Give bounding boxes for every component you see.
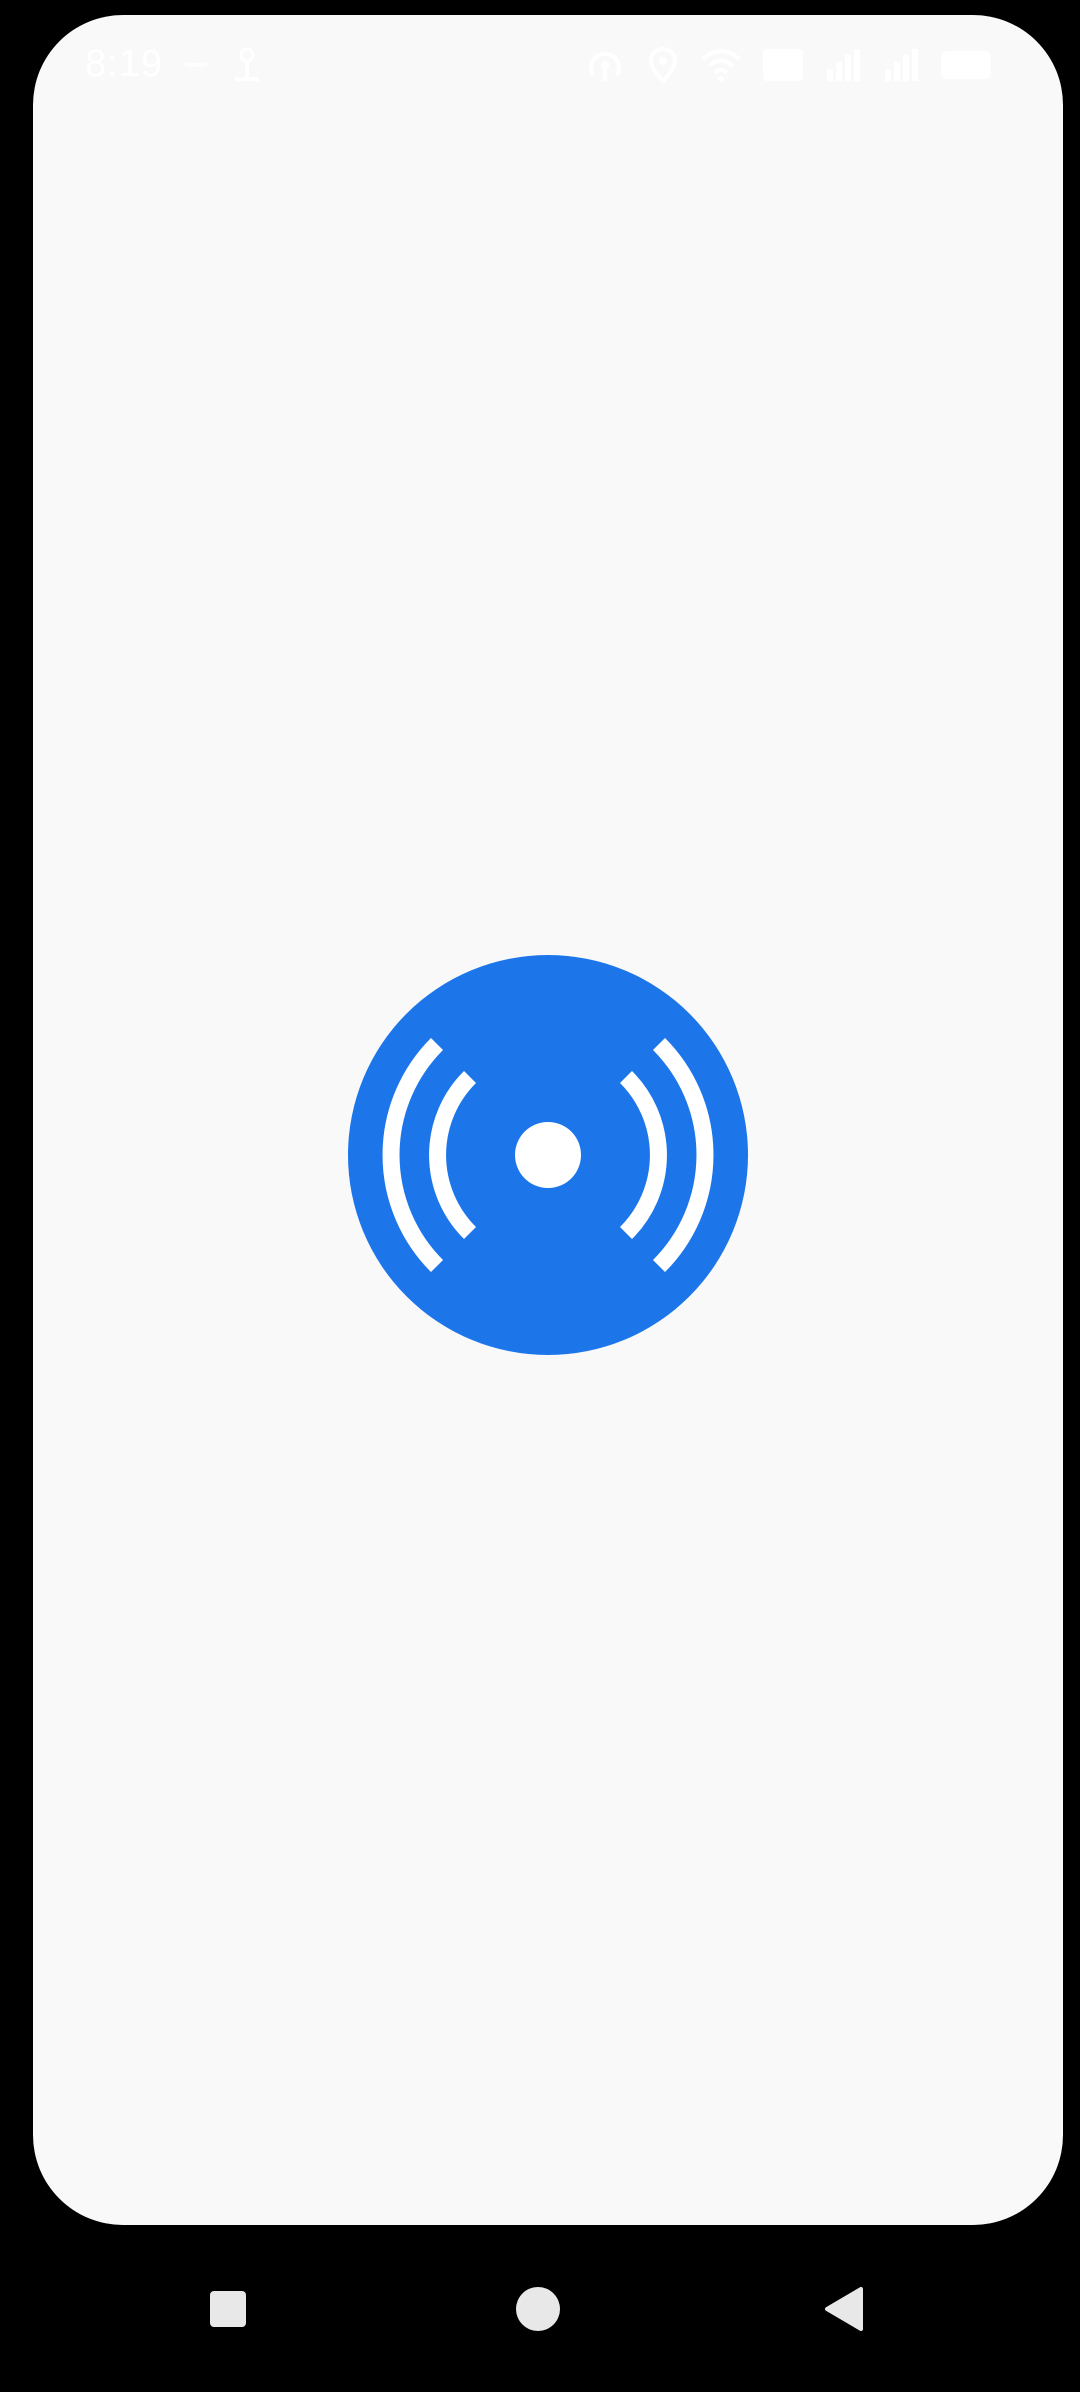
broadcast-signal-icon (348, 955, 748, 1355)
hotspot-icon (583, 45, 627, 85)
wifi-icon (699, 45, 743, 85)
status-left-icons (183, 45, 267, 85)
home-button[interactable] (478, 2225, 598, 2392)
recent-apps-button[interactable] (168, 2225, 288, 2392)
back-triangle-icon (825, 2286, 863, 2331)
signal-icon-2 (881, 45, 921, 85)
status-bar: 8:19 (33, 15, 1063, 110)
square-icon (210, 2290, 246, 2327)
back-button[interactable] (786, 2225, 906, 2392)
status-right-icons (583, 45, 995, 85)
circle-icon (516, 2286, 560, 2331)
battery-icon (939, 45, 995, 85)
location-icon (645, 45, 681, 85)
signal-icon (823, 45, 863, 85)
key-icon (227, 45, 267, 85)
navigation-bar (0, 2225, 1080, 2392)
app-screen: 8:19 (33, 15, 1063, 2225)
status-time: 8:19 (85, 43, 163, 85)
volte-icon (761, 45, 805, 85)
dot-icon (183, 55, 209, 75)
